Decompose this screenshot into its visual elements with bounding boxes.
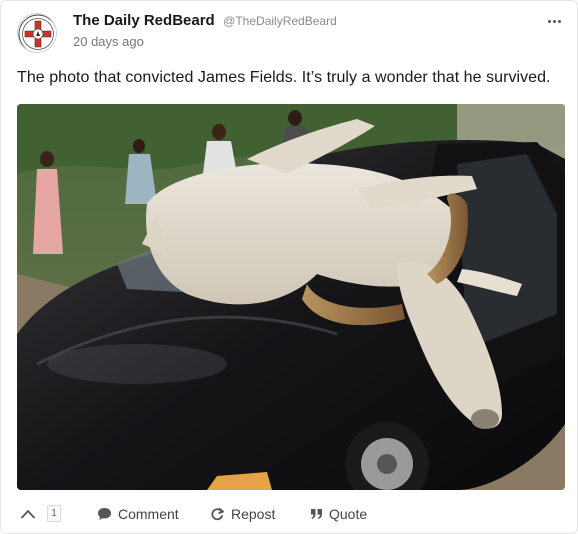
author-avatar[interactable] xyxy=(17,13,57,53)
photo-cow-on-car-icon xyxy=(17,104,565,490)
more-dot xyxy=(557,19,561,23)
repost-button[interactable]: Repost xyxy=(210,503,275,525)
post-card: The Daily RedBeard @TheDailyRedBeard 20 … xyxy=(0,0,578,534)
more-options-button[interactable] xyxy=(543,13,565,29)
post-actions: 1 Comment Repost Quote xyxy=(17,503,563,525)
more-dots-icon xyxy=(547,19,551,23)
post-text: The photo that convicted James Fields. I… xyxy=(17,69,551,86)
comment-bubble-icon xyxy=(97,507,112,521)
quote-label: Quote xyxy=(329,506,368,522)
repost-icon xyxy=(210,507,225,521)
quote-button[interactable]: Quote xyxy=(310,503,367,525)
repost-label: Repost xyxy=(231,506,276,522)
upvote-button[interactable] xyxy=(21,503,35,525)
comment-label: Comment xyxy=(118,506,179,522)
post-timestamp[interactable]: 20 days ago xyxy=(73,34,144,49)
author-line: The Daily RedBeard @TheDailyRedBeard xyxy=(73,12,337,30)
vote-count: 1 xyxy=(47,505,61,522)
quote-marks-icon xyxy=(310,508,323,520)
post-photo[interactable] xyxy=(17,104,565,490)
author-handle[interactable]: @TheDailyRedBeard xyxy=(223,14,337,28)
chevron-up-icon xyxy=(21,510,35,519)
fire-department-logo-icon xyxy=(18,14,56,52)
comment-button[interactable]: Comment xyxy=(97,503,179,525)
more-dot xyxy=(552,19,556,23)
author-name[interactable]: The Daily RedBeard xyxy=(73,12,215,29)
